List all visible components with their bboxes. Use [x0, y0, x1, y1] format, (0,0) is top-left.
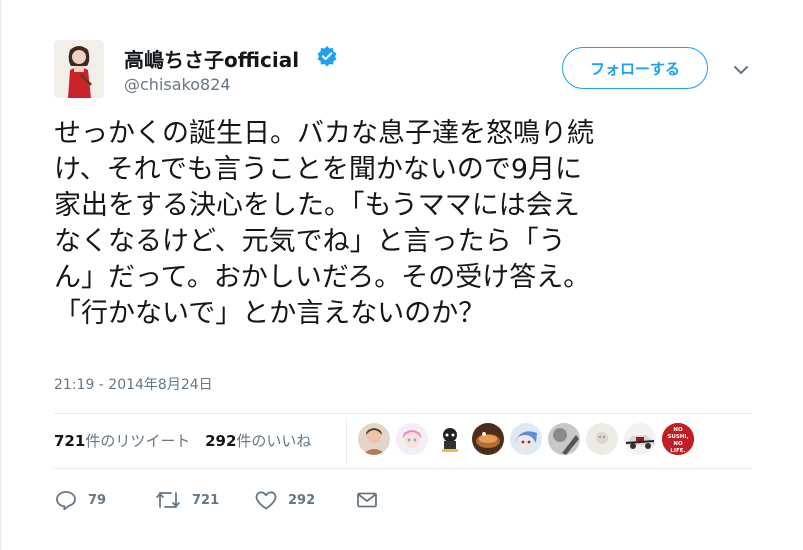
- retweets-stat[interactable]: 721件のリツイート: [54, 430, 190, 451]
- likes-count: 292: [205, 432, 237, 450]
- stats-separator: [346, 418, 347, 464]
- heart-icon: [254, 489, 278, 511]
- tweet-text-line: 「行かないで」とか言えないのか？: [54, 298, 486, 329]
- engagement-stats: 721件のリツイート 292件のいいね: [54, 430, 321, 451]
- tweet-text-line: 家出をする決心をした。「もうママには会え: [54, 190, 580, 221]
- tweet-timestamp[interactable]: 21:19 - 2014年8月24日: [54, 374, 213, 394]
- divider: [54, 413, 752, 414]
- retweets-label: 件のリツイート: [85, 432, 191, 450]
- tweet-card: 高嶋ちさ子official @chisako824 フォローする せっかくの誕生…: [0, 0, 803, 550]
- follow-button[interactable]: フォローする: [562, 47, 708, 89]
- divider: [54, 468, 752, 469]
- verified-badge-icon: [316, 45, 338, 67]
- likes-stat[interactable]: 292件のいいね: [205, 430, 311, 451]
- badge-text-line: NO: [673, 441, 683, 447]
- tweet-text-line: け、それでも言うことを聞かないので9月に: [54, 154, 583, 185]
- likes-label: 件のいいね: [236, 432, 312, 450]
- retweets-count: 721: [54, 432, 86, 450]
- liker-avatar[interactable]: [396, 423, 428, 455]
- author-avatar[interactable]: [54, 40, 104, 98]
- retweet-icon: [154, 489, 182, 511]
- badge-text-line: SUSHI,: [667, 434, 688, 440]
- liker-avatar[interactable]: [624, 423, 656, 455]
- envelope-icon: [355, 489, 379, 511]
- tweet-text-line: なくなるけど、元気でね」と言ったら「う: [54, 226, 566, 257]
- like-button[interactable]: 292: [254, 486, 315, 514]
- author-handle[interactable]: @chisako824: [124, 75, 231, 94]
- liker-avatar[interactable]: [358, 423, 390, 455]
- liker-avatar[interactable]: [548, 423, 580, 455]
- tweet-text-line: せっかくの誕生日。バカな息子達を怒鳴り続: [54, 118, 594, 149]
- reply-icon: [54, 489, 78, 511]
- tweet-text-line: ん」だって。おかしいだろ。その受け答え。: [54, 262, 591, 293]
- reply-count: 79: [88, 492, 107, 508]
- tweet-text: せっかくの誕生日。バカな息子達を怒鳴り続 け、それでも言うことを聞かないので9月…: [54, 116, 754, 332]
- liker-avatar[interactable]: [434, 423, 466, 455]
- chevron-down-icon[interactable]: [730, 62, 752, 78]
- liker-avatar-red-badge[interactable]: NO SUSHI, NO LIFE.: [662, 423, 694, 455]
- liker-avatar[interactable]: [586, 423, 618, 455]
- badge-text-line: NO: [673, 427, 683, 433]
- liker-avatar[interactable]: [472, 423, 504, 455]
- author-display-name[interactable]: 高嶋ちさ子official: [124, 44, 299, 73]
- badge-text-line: LIFE.: [670, 448, 685, 454]
- liker-avatar[interactable]: [510, 423, 542, 455]
- reply-button[interactable]: 79: [54, 486, 106, 514]
- direct-message-button[interactable]: [355, 486, 379, 514]
- like-count: 292: [288, 492, 316, 508]
- left-border: [0, 0, 1, 550]
- retweet-button[interactable]: 721: [154, 486, 219, 514]
- retweet-count: 721: [192, 492, 220, 508]
